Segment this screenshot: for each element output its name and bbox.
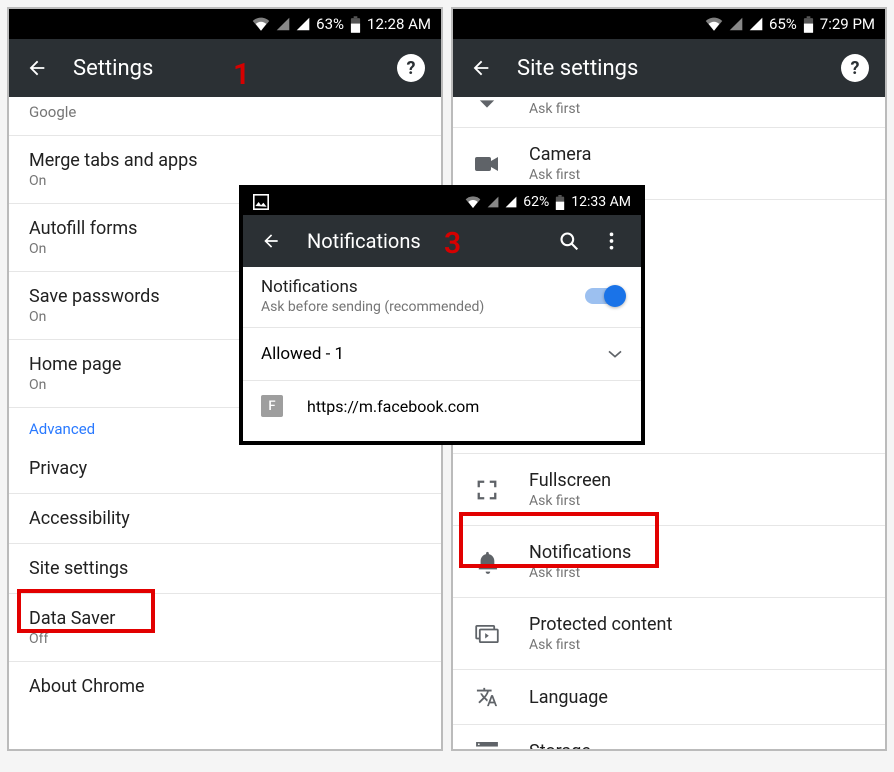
camera-icon bbox=[473, 156, 501, 172]
help-button[interactable]: ? bbox=[841, 54, 869, 82]
status-bar: 62% 12:33 AM bbox=[243, 189, 641, 215]
notifications-content: Notifications Ask before sending (recomm… bbox=[243, 267, 641, 441]
signal-icon-dim bbox=[487, 196, 499, 208]
battery-percent: 65% bbox=[769, 15, 797, 33]
storage-icon bbox=[473, 742, 501, 750]
battery-percent: 62% bbox=[523, 194, 549, 210]
clock-time: 7:29 PM bbox=[820, 15, 875, 33]
toggle-switch-on[interactable] bbox=[585, 288, 623, 304]
search-button[interactable] bbox=[555, 227, 583, 255]
wifi-icon bbox=[465, 196, 481, 208]
row-protected-content[interactable]: Protected content Ask first bbox=[453, 598, 885, 670]
site-url: https://m.facebook.com bbox=[307, 397, 479, 416]
row-data-saver[interactable]: Data Saver Off bbox=[9, 594, 441, 662]
clock-time: 12:33 AM bbox=[571, 194, 631, 210]
row-storage[interactable]: Storage bbox=[453, 725, 885, 749]
back-button[interactable] bbox=[259, 229, 283, 253]
toolbar-title: Notifications bbox=[307, 229, 541, 253]
step-label-1: 1 bbox=[233, 57, 250, 92]
signal-icon bbox=[296, 17, 310, 31]
toolbar: Notifications 3 bbox=[243, 215, 641, 267]
fullscreen-icon bbox=[473, 479, 501, 501]
battery-icon bbox=[803, 16, 814, 33]
status-bar: 65% 7:29 PM bbox=[453, 9, 885, 39]
back-button[interactable] bbox=[469, 56, 493, 80]
signal-icon-dim bbox=[729, 17, 743, 31]
row-language[interactable]: Language bbox=[453, 670, 885, 725]
row-fullscreen[interactable]: Fullscreen Ask first bbox=[453, 454, 885, 526]
signal-icon bbox=[749, 17, 763, 31]
row-top-partial[interactable]: Ask first bbox=[453, 97, 885, 128]
help-button[interactable]: ? bbox=[397, 54, 425, 82]
overflow-menu-button[interactable] bbox=[597, 227, 625, 255]
toolbar: Site settings ? bbox=[453, 39, 885, 97]
chevron-down-icon bbox=[473, 99, 501, 109]
wifi-icon bbox=[252, 17, 270, 31]
row-about-chrome[interactable]: About Chrome bbox=[9, 662, 441, 711]
row-privacy[interactable]: Privacy bbox=[9, 444, 441, 494]
picture-icon bbox=[253, 194, 269, 210]
battery-icon bbox=[350, 16, 361, 33]
battery-icon bbox=[555, 195, 565, 210]
toolbar: Settings ? bbox=[9, 39, 441, 97]
wifi-icon bbox=[705, 17, 723, 31]
row-accessibility[interactable]: Accessibility bbox=[9, 494, 441, 544]
row-site-settings[interactable]: Site settings bbox=[9, 544, 441, 594]
status-bar: 63% 12:28 AM bbox=[9, 9, 441, 39]
row-site-facebook[interactable]: F https://m.facebook.com bbox=[243, 381, 641, 431]
row-allowed-group[interactable]: Allowed - 1 bbox=[243, 328, 641, 381]
screenshot-3-notifications: 62% 12:33 AM Notifications 3 Notificatio… bbox=[239, 185, 645, 445]
favicon: F bbox=[261, 395, 283, 417]
bell-icon bbox=[473, 550, 501, 574]
row-google[interactable]: Google bbox=[9, 97, 441, 136]
clock-time: 12:28 AM bbox=[367, 15, 431, 33]
chevron-down-icon bbox=[607, 349, 623, 359]
row-notifications[interactable]: Notifications Ask first bbox=[453, 526, 885, 598]
protected-content-icon bbox=[473, 625, 501, 643]
language-icon bbox=[473, 686, 501, 708]
signal-icon-dim bbox=[276, 17, 290, 31]
back-button[interactable] bbox=[25, 56, 49, 80]
row-notifications-toggle[interactable]: Notifications Ask before sending (recomm… bbox=[243, 267, 641, 328]
signal-icon bbox=[505, 196, 517, 208]
toolbar-title: Site settings bbox=[517, 56, 841, 81]
step-label-3: 3 bbox=[444, 226, 461, 261]
battery-percent: 63% bbox=[316, 15, 344, 33]
